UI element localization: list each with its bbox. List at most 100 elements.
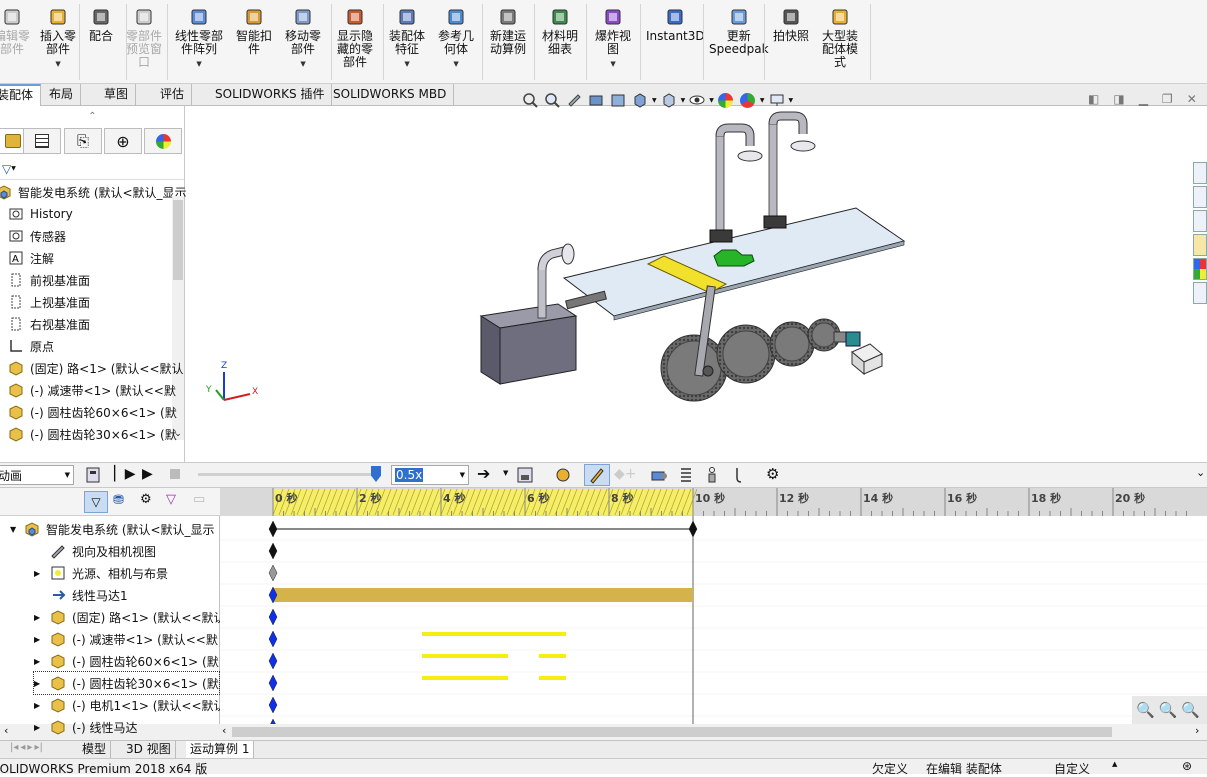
- zoom-in-icon[interactable]: 🔍: [1159, 701, 1178, 719]
- expand-icon[interactable]: ▶: [34, 723, 50, 732]
- home-icon[interactable]: [1193, 162, 1207, 184]
- custom-properties-icon[interactable]: [1193, 282, 1207, 304]
- filter-bar[interactable]: ▽ ▼: [0, 158, 184, 180]
- library-icon[interactable]: [1193, 186, 1207, 208]
- chevron-down-icon[interactable]: ▼: [652, 97, 657, 104]
- large-assembly-mode-button[interactable]: 大型装 配体模 式: [822, 6, 858, 69]
- tab-1[interactable]: 布局: [42, 84, 82, 106]
- chevron-down-icon[interactable]: ▼: [610, 58, 615, 71]
- feature-tree-item[interactable]: 上视基准面: [8, 291, 90, 313]
- tab-4[interactable]: SOLIDWORKS 插件: [208, 84, 333, 106]
- minimize-icon[interactable]: ▁: [1139, 92, 1148, 106]
- expand-icon[interactable]: ▶: [34, 657, 50, 666]
- edit-component-button[interactable]: 编辑零 部件: [0, 6, 30, 56]
- feature-tree-item[interactable]: 右视基准面: [8, 313, 90, 335]
- autokey-button[interactable]: [584, 464, 610, 486]
- tab-3[interactable]: 评估: [153, 84, 193, 106]
- feature-tree-item[interactable]: History: [8, 203, 73, 225]
- show-hidden-components-button[interactable]: 显示隐 藏的零 部件: [337, 6, 373, 69]
- stop-icon[interactable]: [170, 469, 180, 479]
- expand-icon[interactable]: ▶: [34, 635, 50, 644]
- linear-component-pattern-button[interactable]: 线性零部 件阵列 ▼: [175, 6, 223, 71]
- assembly-model[interactable]: [186, 106, 1207, 462]
- add-key-icon[interactable]: ◆+: [614, 466, 637, 482]
- animation-wizard-icon[interactable]: [554, 466, 572, 487]
- save-animation-icon[interactable]: [516, 466, 534, 487]
- folder-icon[interactable]: [1193, 210, 1207, 232]
- expand-icon[interactable]: ▶: [34, 569, 50, 578]
- display-manager-tab[interactable]: [144, 128, 182, 154]
- move-component-button[interactable]: 移动零 部件 ▼: [285, 6, 321, 71]
- previous-view-icon[interactable]: [564, 90, 584, 110]
- motion-tree-item[interactable]: 视向及相机视图: [34, 540, 156, 562]
- motor-icon[interactable]: [650, 466, 668, 487]
- chevron-down-icon[interactable]: ▼: [709, 97, 714, 104]
- expand-icon[interactable]: ▶: [34, 701, 50, 710]
- feature-tree-item[interactable]: 原点: [8, 335, 54, 357]
- chevron-down-icon[interactable]: ▼: [55, 58, 60, 71]
- take-snapshot-button[interactable]: 拍快照: [773, 6, 809, 43]
- chevron-down-icon[interactable]: ▼: [404, 58, 409, 71]
- tile-right-icon[interactable]: ◨: [1113, 92, 1124, 106]
- tab-0[interactable]: 装配体: [0, 84, 42, 106]
- collapse-icon[interactable]: ▼: [10, 525, 24, 534]
- update-speedpak-button[interactable]: 更新 Speedpak: [709, 6, 769, 56]
- playback-slider[interactable]: [198, 473, 374, 476]
- chevron-down-icon[interactable]: ▼: [681, 97, 686, 104]
- dynamic-annotation-icon[interactable]: [608, 90, 628, 110]
- smart-fasteners-button[interactable]: 智能扣 件: [236, 6, 272, 56]
- motion-tree-item[interactable]: 线性马达1: [34, 584, 128, 606]
- view-settings-icon[interactable]: [767, 90, 787, 110]
- expand-icon[interactable]: ▶: [34, 613, 50, 622]
- tab-2[interactable]: 草图: [97, 84, 137, 106]
- playback-speed-select[interactable]: 0.5x ▼: [391, 465, 469, 485]
- view-palette-icon[interactable]: [1193, 234, 1207, 256]
- motion-tree-item[interactable]: ▶ (-) 线性马达: [34, 716, 138, 738]
- tab-5[interactable]: SOLIDWORKS MBD: [326, 84, 455, 106]
- instant3d-button[interactable]: Instant3D: [646, 6, 705, 43]
- display-style-icon[interactable]: [659, 90, 679, 110]
- units-status[interactable]: 自定义: [1054, 760, 1090, 777]
- assembly-features-button[interactable]: 装配体 特征 ▼: [389, 6, 425, 71]
- collapse-chevron-icon[interactable]: ⌄: [1196, 466, 1205, 479]
- motion-tree-item[interactable]: ▶ (-) 圆柱齿轮60×6<1> (默: [34, 650, 219, 672]
- chevron-down-icon[interactable]: ▼: [453, 58, 458, 71]
- chevron-down-icon[interactable]: ▼: [760, 97, 765, 104]
- motion-tree-item[interactable]: ▶ (-) 圆柱齿轮30×6<1> (默: [33, 671, 220, 695]
- damper-icon[interactable]: [705, 466, 719, 487]
- filter-driving-icon[interactable]: ⛃: [113, 493, 124, 508]
- feature-tree-item[interactable]: (-) 圆柱齿轮30×6<1> (默: [8, 423, 177, 445]
- tab-scroll-arrows[interactable]: |◂ ◂ ▸ ▸|: [10, 742, 43, 753]
- document-tab-1[interactable]: 3D 视图: [122, 741, 176, 758]
- lamp-pole-left[interactable]: [715, 135, 725, 233]
- bill-of-materials-button[interactable]: 材料明 细表: [542, 6, 578, 56]
- zoom-to-fit-icon[interactable]: 🔍: [1136, 701, 1155, 719]
- calculate-icon[interactable]: [85, 466, 103, 487]
- apply-scene-icon[interactable]: [738, 90, 758, 110]
- edit-appearance-icon[interactable]: [716, 90, 736, 110]
- new-motion-study-button[interactable]: 新建运 动算例: [490, 6, 526, 56]
- chevron-down-icon[interactable]: ▼: [503, 469, 508, 477]
- zoom-out-icon[interactable]: 🔍: [1181, 701, 1200, 719]
- graphics-area[interactable]: Z X Y: [186, 106, 1207, 462]
- playback-mode-icon[interactable]: ➔: [477, 464, 490, 483]
- chevron-down-icon[interactable]: ▼: [300, 58, 305, 71]
- autofit-icon[interactable]: ▭: [193, 492, 205, 507]
- feature-tree-item[interactable]: (-) 圆柱齿轮60×6<1> (默: [8, 401, 177, 423]
- tile-left-icon[interactable]: ◧: [1088, 92, 1099, 106]
- close-icon[interactable]: ✕: [1187, 92, 1197, 106]
- appearances-icon[interactable]: [1193, 258, 1207, 280]
- motion-tree-item[interactable]: ▶ (-) 电机1<1> (默认<<默认: [34, 694, 226, 716]
- lamp-pole-right[interactable]: [768, 123, 778, 221]
- help-icon[interactable]: ⊛: [1182, 759, 1192, 773]
- document-tab-0[interactable]: 模型: [78, 741, 112, 758]
- reference-geometry-button[interactable]: 参考几 何体 ▼: [438, 6, 474, 71]
- feature-tree-root[interactable]: 智能发电系统 (默认<默认_显示: [0, 181, 187, 203]
- filter-selected-icon[interactable]: ⚙: [140, 492, 152, 507]
- panel-splitter-handle[interactable]: ⌃: [0, 106, 185, 126]
- motion-tree-root[interactable]: ▼ 智能发电系统 (默认<默认_显示: [10, 518, 215, 540]
- expand-icon[interactable]: ▶: [34, 679, 50, 688]
- linear-motor-bar[interactable]: [273, 588, 693, 602]
- feature-tree-item[interactable]: A 注解: [8, 247, 54, 269]
- play-icon[interactable]: ▶: [142, 466, 153, 482]
